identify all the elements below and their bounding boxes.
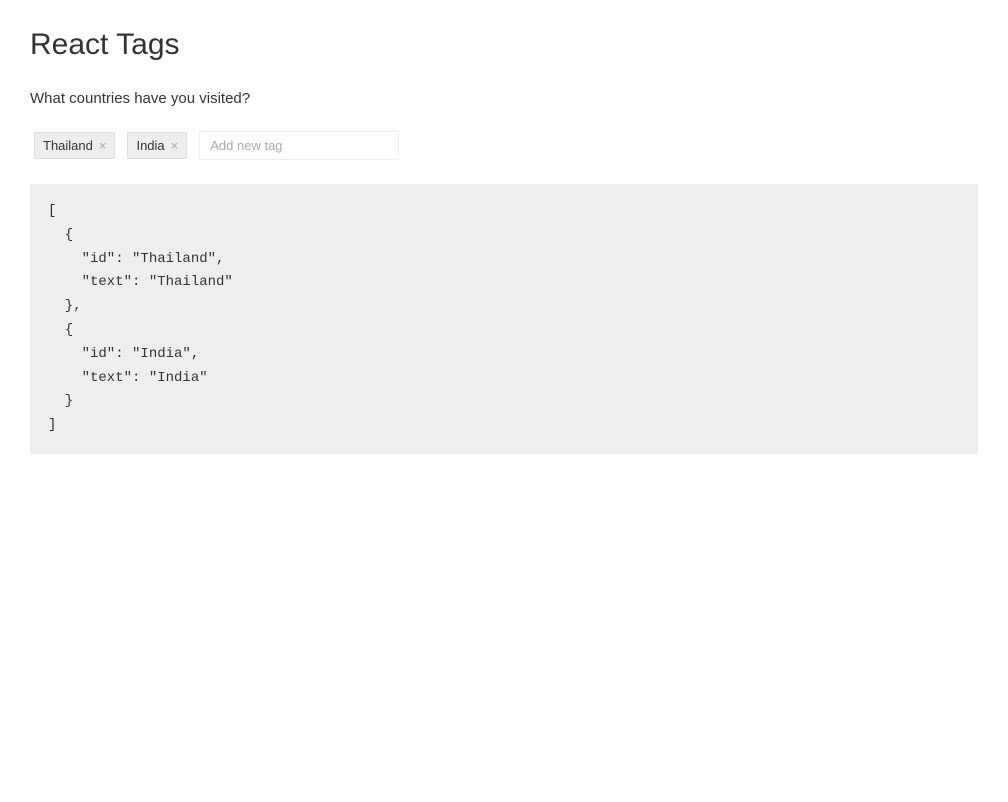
page-title: React Tags	[30, 28, 978, 62]
tag-label: Thailand	[43, 138, 93, 153]
close-icon[interactable]: ×	[99, 139, 107, 152]
tag-input[interactable]	[199, 131, 399, 160]
tag-label: India	[136, 138, 164, 153]
code-output: [ { "id": "Thailand", "text": "Thailand"…	[30, 184, 978, 454]
tag-india[interactable]: India ×	[127, 132, 187, 159]
close-icon[interactable]: ×	[171, 139, 179, 152]
tag-thailand[interactable]: Thailand ×	[34, 132, 115, 159]
tags-container: Thailand × India ×	[30, 131, 978, 160]
question-text: What countries have you visited?	[30, 90, 978, 107]
